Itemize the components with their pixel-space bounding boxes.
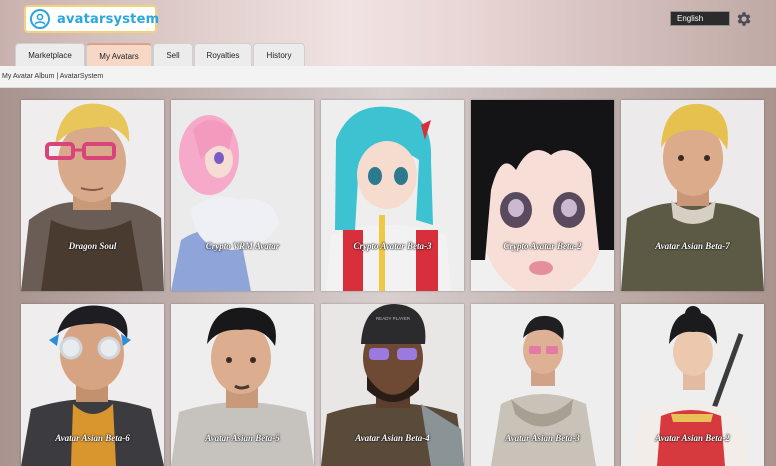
- avatar-card-dragon-soul[interactable]: Dragon Soul: [21, 100, 164, 291]
- logo-text: avatarsystem: [57, 11, 160, 27]
- tab-sell[interactable]: Sell: [153, 43, 193, 67]
- avatar-image: [321, 100, 464, 291]
- gear-icon[interactable]: [735, 10, 753, 28]
- avatar-image: [471, 100, 614, 291]
- tab-marketplace[interactable]: Marketplace: [15, 43, 85, 67]
- avatar-card-asian-beta-2[interactable]: Avatar Asian Beta-2: [621, 304, 764, 466]
- breadcrumb: My Avatar Album | AvatarSystem: [2, 73, 104, 80]
- tab-history[interactable]: History: [253, 43, 305, 67]
- avatar-card-crypto-beta-2[interactable]: Crypto Avatar Beta-2: [471, 100, 614, 291]
- tab-my-avatars[interactable]: My Avatars: [86, 43, 152, 67]
- avatar-name: Crypto VRM Avatar: [205, 241, 280, 251]
- avatar-image: [171, 100, 314, 291]
- breadcrumb-bar: My Avatar Album | AvatarSystem: [0, 66, 776, 88]
- avatar-card-asian-beta-5[interactable]: Avatar Asian Beta-5: [171, 304, 314, 466]
- avatar-card-crypto-beta-3[interactable]: Crypto Avatar Beta-3: [321, 100, 464, 291]
- avatar-name: Avatar Asian Beta-5: [205, 433, 280, 443]
- user-circle-icon: [30, 9, 50, 29]
- avatar-card-crypto-vrm[interactable]: Crypto VRM Avatar: [171, 100, 314, 291]
- avatar-card-asian-beta-7[interactable]: Avatar Asian Beta-7: [621, 100, 764, 291]
- avatar-image: [21, 100, 164, 291]
- avatar-name: Avatar Asian Beta-3: [505, 433, 580, 443]
- avatar-name: Crypto Avatar Beta-3: [353, 241, 432, 251]
- avatar-image: [621, 100, 764, 291]
- avatar-gallery: Dragon Soul Crypto VRM Avatar Crypto Ava…: [0, 88, 776, 466]
- avatar-name: Avatar Asian Beta-7: [655, 241, 730, 251]
- avatar-card-asian-beta-4[interactable]: READY PLAYER Avatar Asian Beta-4: [321, 304, 464, 466]
- avatar-card-asian-beta-3[interactable]: Avatar Asian Beta-3: [471, 304, 614, 466]
- top-bar: avatarsystem English Marketplace My Avat…: [0, 0, 776, 68]
- avatar-name: Avatar Asian Beta-6: [55, 433, 130, 443]
- avatar-card-asian-beta-6[interactable]: Avatar Asian Beta-6: [21, 304, 164, 466]
- avatar-name: Dragon Soul: [68, 241, 117, 251]
- avatar-name: Crypto Avatar Beta-2: [503, 241, 582, 251]
- cap-text: READY PLAYER: [376, 316, 411, 321]
- avatar-name: Avatar Asian Beta-4: [355, 433, 430, 443]
- avatar-name: Avatar Asian Beta-2: [655, 433, 730, 443]
- language-select[interactable]: English: [670, 11, 730, 26]
- tab-bar: Marketplace My Avatars Sell Royalties Hi…: [15, 42, 306, 67]
- tab-royalties[interactable]: Royalties: [194, 43, 252, 67]
- logo[interactable]: avatarsystem: [24, 5, 160, 33]
